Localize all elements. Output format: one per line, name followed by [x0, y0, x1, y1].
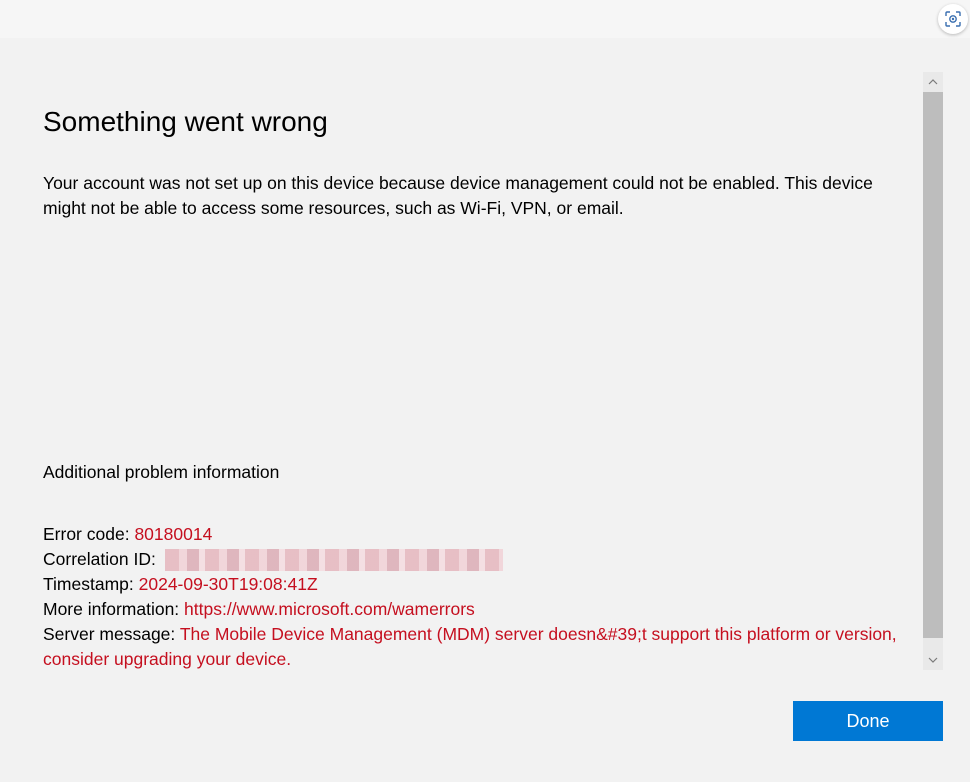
- camera-focus-icon: [945, 11, 961, 27]
- focus-assist-button[interactable]: [938, 4, 968, 34]
- correlation-id-row: Correlation ID:: [43, 547, 903, 572]
- correlation-id-redacted: [164, 549, 503, 572]
- page-title: Something went wrong: [43, 106, 328, 137]
- scroll-down-button[interactable]: [923, 651, 943, 669]
- additional-info-heading: Additional problem information: [43, 462, 280, 482]
- timestamp-label: Timestamp:: [43, 574, 139, 594]
- error-code-row: Error code: 80180014: [43, 522, 903, 547]
- error-code-label: Error code:: [43, 524, 135, 544]
- error-code-value: 80180014: [134, 524, 213, 544]
- problem-details: Error code: 80180014 Correlation ID: Tim…: [43, 522, 903, 672]
- server-message-row: Server message: The Mobile Device Manage…: [43, 622, 903, 672]
- done-button[interactable]: Done: [793, 701, 943, 741]
- correlation-id-label: Correlation ID:: [43, 549, 161, 569]
- scroll-up-button[interactable]: [923, 73, 943, 91]
- more-info-label: More information:: [43, 599, 185, 619]
- chevron-down-icon: [928, 657, 938, 663]
- timestamp-value: 2024-09-30T19:08:41Z: [138, 574, 318, 594]
- error-description: Your account was not set up on this devi…: [43, 173, 873, 218]
- more-info-link[interactable]: https://www.microsoft.com/wamerrors: [184, 599, 475, 619]
- scroll-thumb[interactable]: [923, 92, 943, 638]
- timestamp-row: Timestamp: 2024-09-30T19:08:41Z: [43, 572, 903, 597]
- chevron-up-icon: [928, 79, 938, 85]
- vertical-scrollbar[interactable]: [923, 72, 943, 670]
- more-info-row: More information: https://www.microsoft.…: [43, 597, 903, 622]
- server-message-label: Server message:: [43, 624, 180, 644]
- title-bar: [0, 0, 970, 38]
